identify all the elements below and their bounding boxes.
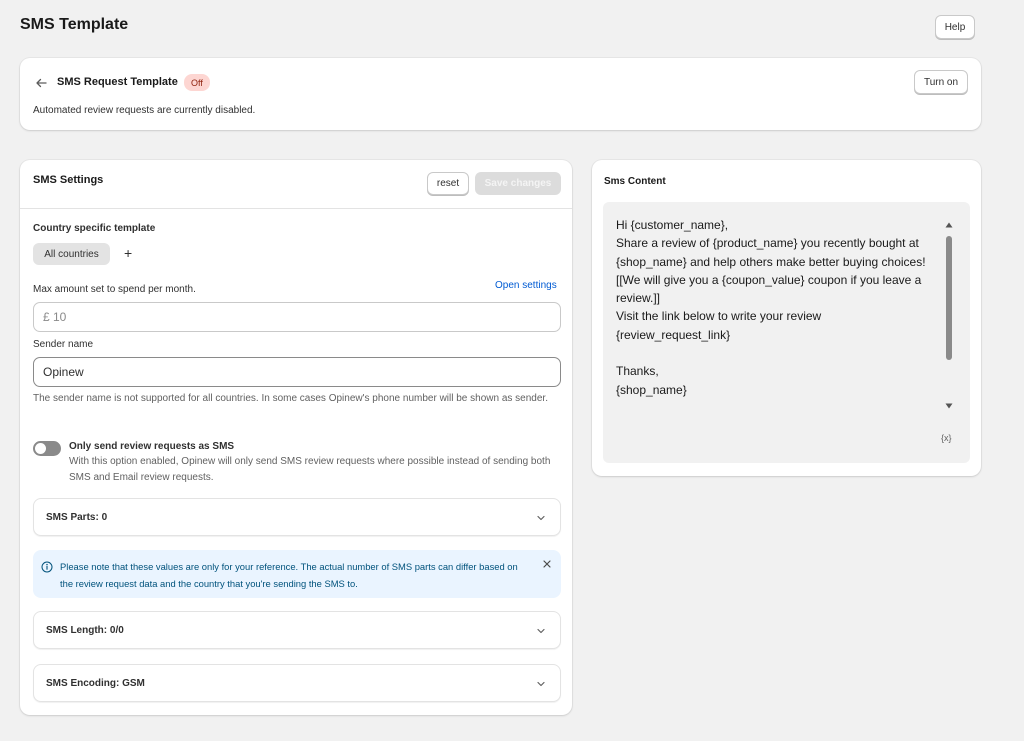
max-amount-input[interactable]: £ 10 (33, 302, 561, 332)
settings-title: SMS Settings (33, 174, 104, 186)
sender-help-text: The sender name is not supported for all… (33, 393, 548, 404)
sms-parts-accordion[interactable]: SMS Parts: 0 (33, 498, 561, 536)
sms-content-editor[interactable]: Hi {customer_name}, Share a review of {p… (603, 202, 970, 463)
scroll-down-arrow-icon[interactable] (944, 401, 954, 411)
sender-name-label: Sender name (33, 339, 94, 350)
scrollbar-thumb[interactable] (946, 236, 952, 360)
scroll-up-arrow-icon[interactable] (944, 220, 954, 230)
chevron-down-icon (537, 515, 545, 521)
sms-length-label: SMS Length: 0/0 (46, 625, 124, 636)
sms-only-toggle[interactable] (33, 441, 61, 456)
open-settings-link[interactable]: Open settings (495, 280, 557, 291)
page-title: SMS Template (20, 16, 129, 33)
save-changes-button[interactable]: Save changes (475, 172, 561, 195)
insert-variable-icon[interactable]: {x} (941, 433, 952, 443)
help-button[interactable]: Help (935, 15, 975, 39)
sms-settings-card: SMS Settings reset Save changes Country … (20, 160, 572, 715)
chevron-down-icon (537, 681, 545, 687)
sms-only-description: With this option enabled, Opinew will on… (69, 456, 551, 483)
sender-name-input[interactable]: Opinew (33, 357, 561, 387)
sms-parts-label: SMS Parts: 0 (46, 512, 108, 523)
sms-content-text[interactable]: Hi {customer_name}, Share a review of {p… (616, 216, 946, 399)
sms-encoding-label: SMS Encoding: GSM (46, 678, 145, 689)
turn-on-button[interactable]: Turn on (914, 70, 968, 94)
info-icon (41, 561, 53, 573)
request-template-card: SMS Request Template Off Turn on Automat… (20, 58, 981, 130)
status-badge: Off (184, 74, 210, 91)
sms-content-card: Sms Content Hi {customer_name}, Share a … (592, 160, 981, 476)
sms-length-accordion[interactable]: SMS Length: 0/0 (33, 611, 561, 649)
country-chip-all[interactable]: All countries (33, 243, 110, 265)
close-icon[interactable] (542, 559, 552, 569)
sms-only-title: Only send review requests as SMS (69, 441, 235, 452)
sms-content-title: Sms Content (604, 176, 666, 187)
divider (20, 208, 572, 209)
chevron-down-icon (537, 628, 545, 634)
request-status-description: Automated review requests are currently … (33, 105, 256, 116)
request-template-title: SMS Request Template (57, 76, 178, 88)
add-country-button[interactable]: + (124, 245, 132, 261)
info-banner-text: Please note that these values are only f… (60, 561, 518, 589)
back-arrow-icon[interactable] (34, 76, 48, 90)
info-banner: Please note that these values are only f… (33, 550, 561, 598)
toggle-knob (35, 443, 46, 454)
reset-button[interactable]: reset (427, 172, 469, 195)
sms-encoding-accordion[interactable]: SMS Encoding: GSM (33, 664, 561, 702)
country-template-label: Country specific template (33, 223, 156, 234)
max-amount-label: Max amount set to spend per month. (33, 284, 196, 295)
